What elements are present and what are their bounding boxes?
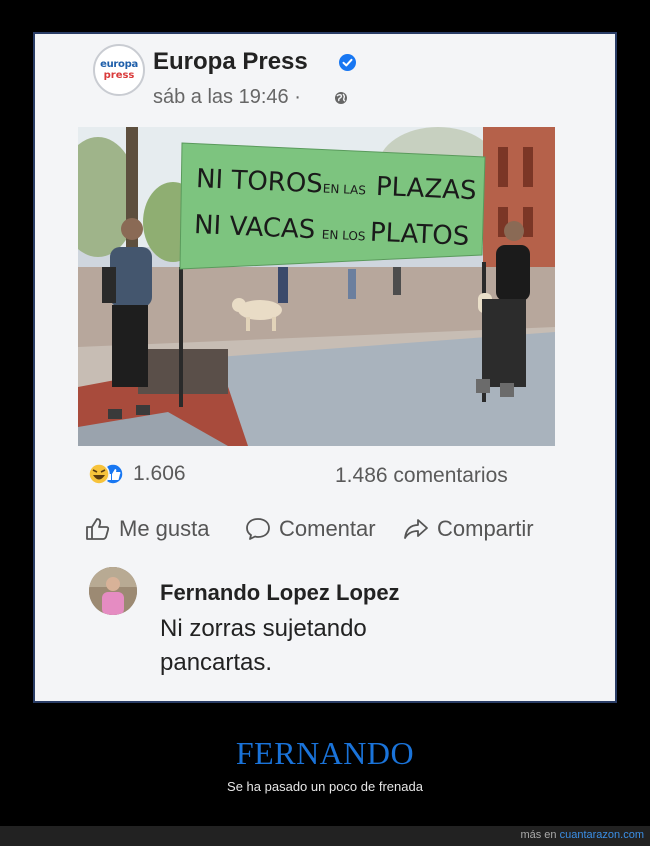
reactions-count[interactable]: 1.606	[133, 462, 186, 486]
laugh-reaction-icon	[88, 463, 110, 485]
reaction-icons[interactable]	[87, 462, 127, 486]
logo-text-press: press	[103, 69, 135, 81]
banner-word-1c: PLAZAS	[375, 172, 477, 206]
comments-count[interactable]: 1.486 comentarios	[335, 464, 508, 488]
share-button-label: Compartir	[437, 516, 534, 541]
like-button[interactable]: Me gusta	[85, 516, 210, 542]
logo-text-europa: europa	[100, 58, 138, 70]
page-avatar-logo[interactable]: europa press	[93, 44, 145, 96]
post-photo[interactable]: NI TOROS EN LAS PLAZAS NI VACAS EN LOS P…	[78, 127, 555, 446]
banner-word-1b: EN LAS	[322, 182, 366, 198]
comment-text: Ni zorras sujetando pancartas.	[160, 615, 367, 676]
thumbs-up-icon	[86, 518, 110, 540]
share-button[interactable]: Compartir	[403, 516, 534, 542]
banner-word-1a: NI TOROS	[195, 164, 323, 200]
share-arrow-icon	[404, 519, 428, 539]
comment-author[interactable]: Fernando Lopez Lopez	[160, 580, 400, 606]
speech-bubble-icon	[246, 518, 270, 540]
comment-button-label: Comentar	[279, 516, 376, 541]
caption-subtitle: Se ha pasado un poco de frenada	[227, 779, 423, 794]
caption-title: FERNANDO	[235, 735, 415, 771]
banner-word-2a: NI VACAS	[193, 210, 315, 245]
footer-bar: más en cuantarazon.com	[0, 826, 650, 846]
post-timestamp[interactable]: sáb a las 19:46 ·	[153, 86, 301, 109]
footer-site-link[interactable]: cuantarazon.com	[560, 829, 644, 841]
facebook-post-card: europa press Europa Press sáb a las 19:4…	[33, 32, 617, 703]
footer-text: más en cuantarazon.com	[520, 829, 644, 841]
protest-banner: NI TOROS EN LAS PLAZAS NI VACAS EN LOS P…	[179, 142, 486, 270]
banner-word-2c: PLATOS	[369, 218, 470, 252]
footer-prefix: más en	[520, 829, 557, 841]
commenter-avatar[interactable]	[89, 567, 137, 615]
banner-word-2b: EN LOS	[321, 228, 365, 244]
comment-button[interactable]: Comentar	[245, 516, 376, 542]
page-name[interactable]: Europa Press	[153, 48, 308, 76]
verified-badge-icon	[339, 54, 356, 71]
globe-privacy-icon	[335, 92, 347, 104]
like-button-label: Me gusta	[119, 516, 210, 541]
